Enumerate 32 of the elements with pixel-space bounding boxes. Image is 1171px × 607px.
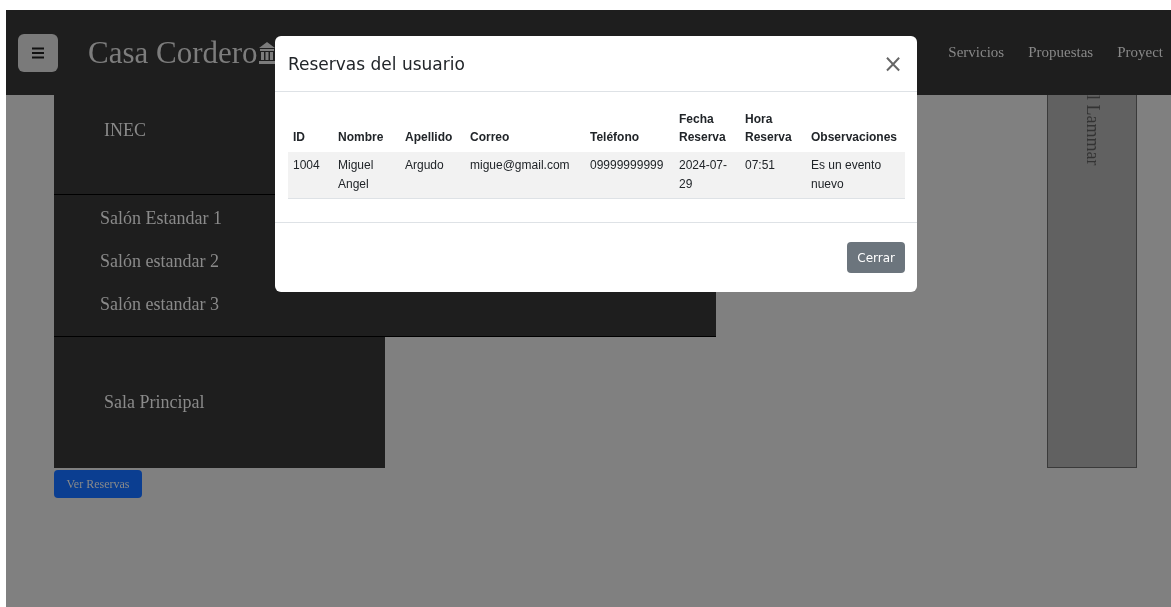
room-label: INEC — [104, 120, 146, 141]
table-cell: migue@gmail.com — [465, 152, 585, 199]
building-icon — [258, 41, 275, 64]
column-header: Hora Reserva — [740, 106, 806, 152]
table-cell: Es un evento nuevo — [806, 152, 905, 199]
column-header: Nombre — [333, 106, 400, 152]
nav-link[interactable]: Servicios — [948, 44, 1005, 61]
room-label[interactable]: Salón estandar 3 — [100, 292, 219, 316]
column-header: Teléfono — [585, 106, 674, 152]
table-cell: Miguel Angel — [333, 152, 400, 199]
table-cell: 09999999999 — [585, 152, 674, 199]
table-cell: 2024-07-29 — [674, 152, 740, 199]
column-header: Apellido — [400, 106, 465, 152]
room-label[interactable]: Salón Estandar 1 — [100, 206, 222, 230]
column-header: Observaciones — [806, 106, 905, 152]
brand-link[interactable]: Casa Cordero — [88, 34, 258, 71]
nav-link[interactable]: Proyect — [1117, 44, 1163, 61]
table-cell: Argudo — [400, 152, 465, 199]
table-cell: 07:51 — [740, 152, 806, 199]
room-label: Sala Principal — [104, 392, 205, 413]
column-header: ID — [288, 106, 333, 152]
view-reservations-button[interactable]: Ver Reservas — [54, 470, 142, 498]
close-button[interactable]: × — [880, 49, 905, 78]
room-label[interactable]: Salón estandar 2 — [100, 249, 219, 273]
menu-icon — [31, 46, 45, 59]
nav-link[interactable]: Propuestas — [1028, 44, 1094, 61]
dialog-title: Reservas del usuario — [288, 53, 465, 74]
column-header: Correo — [465, 106, 585, 152]
column-header: Fecha Reserva — [674, 106, 740, 152]
table-cell: 1004 — [288, 152, 333, 199]
menu-button[interactable] — [18, 33, 58, 72]
close-dialog-button[interactable]: Cerrar — [847, 242, 905, 273]
